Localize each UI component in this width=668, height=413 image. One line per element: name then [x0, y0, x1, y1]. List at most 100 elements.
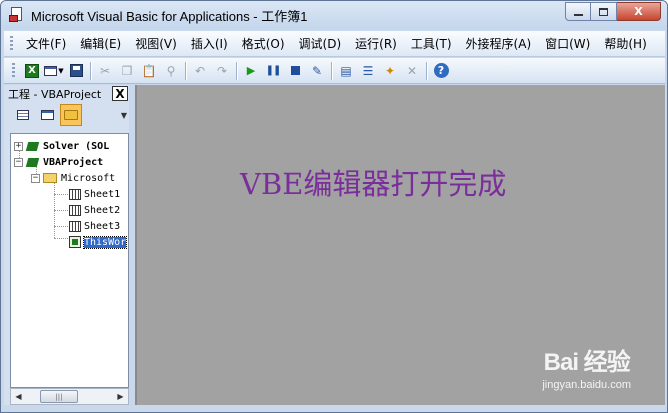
tree-guide [54, 226, 68, 227]
toolbar-separator [90, 61, 91, 80]
toolbar-separator [426, 61, 427, 80]
menu-grip-icon[interactable] [10, 35, 13, 52]
run-button[interactable]: ▶ [241, 61, 261, 81]
scrollbar-thumb[interactable]: ||| [40, 390, 78, 403]
undo-icon: ↶ [194, 63, 206, 78]
menu-help[interactable]: 帮助(H) [597, 35, 653, 52]
tree-item-excel-objects-folder[interactable]: − Microsoft [31, 170, 115, 186]
minimize-icon [573, 13, 583, 16]
menu-format[interactable]: 格式(O) [235, 35, 292, 52]
view-excel-icon: X [25, 63, 39, 78]
menu-tools[interactable]: 工具(T) [404, 35, 459, 52]
object-browser-icon: ✦ [384, 63, 396, 78]
tree-item-label: Sheet2 [84, 204, 121, 216]
menu-insert[interactable]: 插入(I) [184, 35, 235, 52]
break-button[interactable]: ❚❚ [263, 61, 283, 81]
project-panel-toolbar: ▼ [4, 102, 129, 128]
tree-guide [54, 180, 55, 238]
tree-item-sheet1[interactable]: Sheet1 [69, 186, 120, 202]
baidu-jingyan-watermark: Bai 经验 jingyan.baidu.com [542, 342, 631, 391]
maximize-button[interactable] [591, 2, 617, 21]
save-button[interactable] [66, 61, 86, 81]
view-object-button[interactable] [36, 104, 58, 126]
collapse-minus-icon[interactable]: − [31, 173, 40, 183]
redo-icon: ↷ [216, 63, 228, 78]
expand-plus-icon[interactable]: + [14, 141, 23, 151]
panel-options-chevron-icon[interactable]: ▼ [121, 111, 127, 120]
window-title: Microsoft Visual Basic for Applications … [31, 8, 308, 24]
break-icon: ❚❚ [265, 65, 282, 76]
menu-debug[interactable]: 调试(D) [292, 35, 349, 52]
undo-button[interactable]: ↶ [190, 61, 210, 81]
cut-icon: ✂ [99, 63, 111, 78]
menu-file[interactable]: 文件(F) [19, 35, 73, 52]
toolbar-grip-icon[interactable] [12, 62, 15, 79]
watermark-brand: Bai 经验 [543, 349, 631, 376]
title-bar: Microsoft Visual Basic for Applications … [1, 1, 667, 29]
collapse-minus-icon[interactable]: − [14, 157, 23, 167]
view-object-icon [40, 110, 54, 120]
minimize-button[interactable] [565, 2, 591, 21]
tree-horizontal-scrollbar[interactable]: ◀ ||| ▶ [10, 388, 129, 405]
tree-item-label: Microsoft [61, 172, 116, 184]
tree-item-solver[interactable]: + Solver (SOL [14, 138, 109, 154]
toolbox-button[interactable]: ✕ [402, 61, 422, 81]
project-explorer-button[interactable]: ▤ [336, 61, 356, 81]
worksheet-icon [69, 188, 81, 200]
tree-item-sheet3[interactable]: Sheet3 [69, 218, 120, 234]
cut-button[interactable]: ✂ [95, 61, 115, 81]
find-button[interactable]: ⚲ [161, 61, 181, 81]
reset-icon [290, 66, 300, 75]
close-button[interactable]: X [617, 2, 661, 21]
design-mode-button[interactable]: ✎ [307, 61, 327, 81]
menu-addins[interactable]: 外接程序(A) [459, 35, 539, 52]
redo-button[interactable]: ↷ [212, 61, 232, 81]
help-icon: ? [433, 63, 449, 78]
run-icon: ▶ [246, 64, 256, 77]
object-browser-button[interactable]: ✦ [380, 61, 400, 81]
reset-button[interactable] [285, 61, 305, 81]
save-icon [69, 64, 83, 77]
maximize-icon [599, 7, 608, 16]
vba-app-icon [9, 7, 25, 23]
toggle-folders-button[interactable] [60, 104, 82, 126]
toolbar-separator [185, 61, 186, 80]
folder-icon [64, 110, 78, 120]
view-excel-button[interactable]: X [22, 61, 42, 81]
menu-view[interactable]: 视图(V) [128, 35, 184, 52]
tree-item-label: ThisWor [82, 235, 128, 249]
project-explorer-panel: 工程 - VBAProject X ▼ + Solver (SOL − VBAP… [4, 85, 129, 405]
scroll-right-icon[interactable]: ▶ [113, 389, 128, 404]
help-button[interactable]: ? [431, 61, 451, 81]
copy-icon: ❐ [121, 63, 133, 78]
standard-toolbar: X ▼ ✂ ❐ 📋 ⚲ ↶ ↷ ▶ ❚❚ ✎ ▤ ☰ ✦ ✕ ? [4, 58, 665, 84]
vba-project-icon [26, 140, 39, 152]
vba-editor-window: Microsoft Visual Basic for Applications … [0, 0, 668, 413]
menu-edit[interactable]: 编辑(E) [73, 35, 128, 52]
menu-window[interactable]: 窗口(W) [538, 35, 597, 52]
project-panel-header: 工程 - VBAProject X [4, 85, 129, 102]
project-explorer-icon: ▤ [340, 63, 352, 78]
scroll-left-icon[interactable]: ◀ [11, 389, 26, 404]
tree-guide [54, 210, 68, 211]
view-code-button[interactable] [12, 104, 34, 126]
paste-button[interactable]: 📋 [139, 61, 159, 81]
watermark-url: jingyan.baidu.com [542, 379, 631, 391]
vba-project-icon [26, 156, 39, 168]
copy-button[interactable]: ❐ [117, 61, 137, 81]
menu-run[interactable]: 运行(R) [348, 35, 404, 52]
project-panel-title: 工程 - VBAProject [8, 87, 102, 101]
tree-item-label: Sheet3 [84, 220, 121, 232]
properties-button[interactable]: ☰ [358, 61, 378, 81]
tree-item-label: Solver (SOL [43, 140, 110, 152]
insert-userform-button[interactable]: ▼ [44, 61, 64, 81]
tree-item-sheet2[interactable]: Sheet2 [69, 202, 120, 218]
tree-item-thisworkbook[interactable]: ThisWor [69, 234, 128, 250]
tree-item-vbaproject[interactable]: − VBAProject [14, 154, 103, 170]
toolbar-separator [331, 61, 332, 80]
insert-userform-icon [44, 65, 58, 76]
project-panel-close-button[interactable]: X [112, 86, 128, 101]
workbook-icon [69, 236, 81, 248]
window-controls: X [565, 2, 661, 21]
paste-icon: 📋 [141, 63, 157, 78]
